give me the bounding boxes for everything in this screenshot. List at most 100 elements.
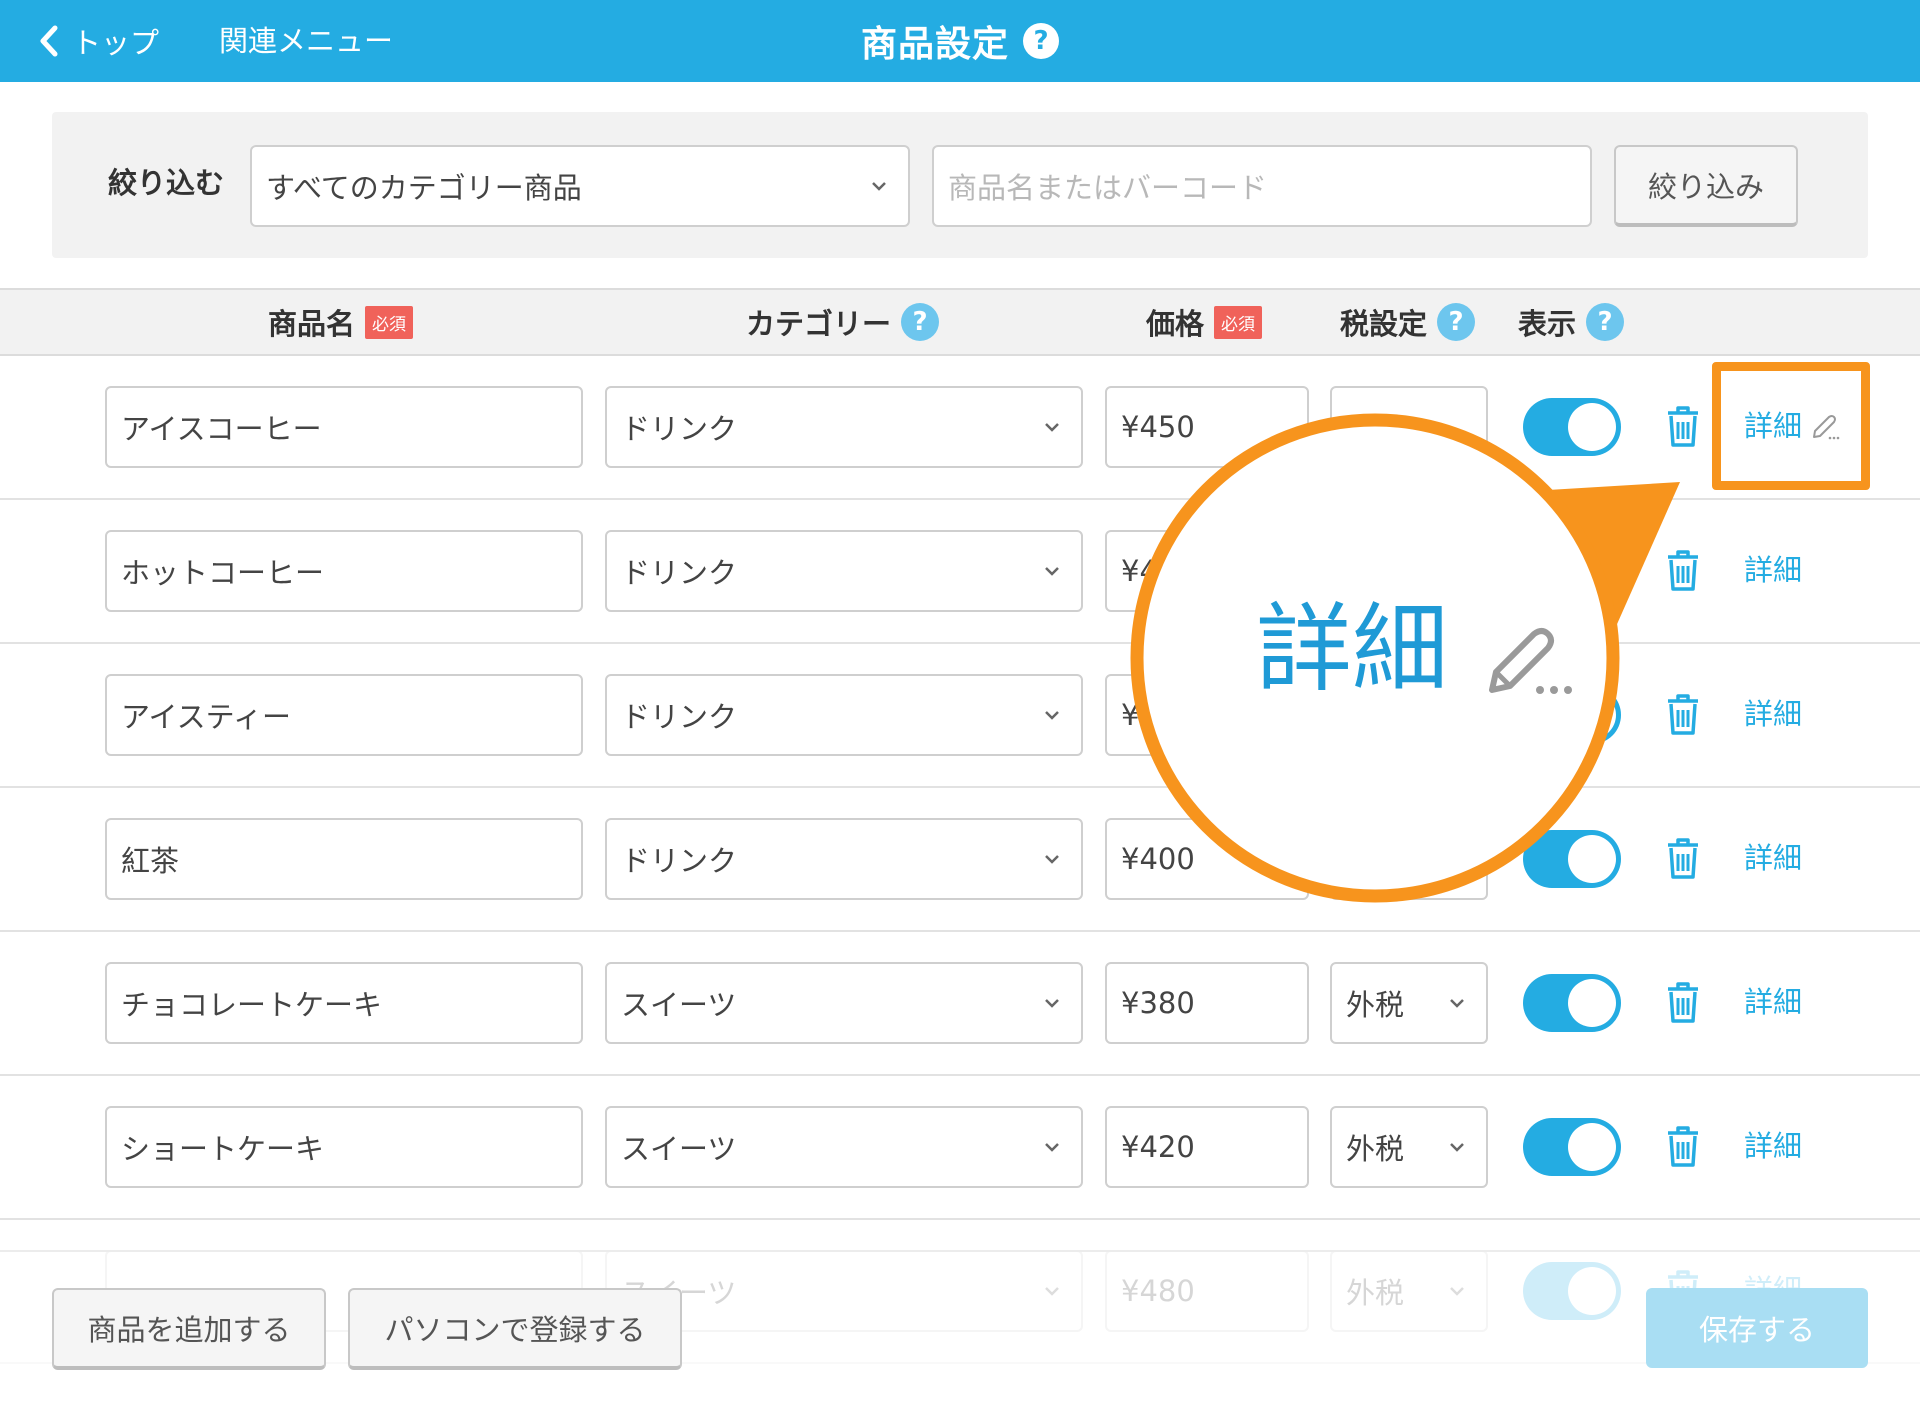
trash-icon[interactable] (1664, 980, 1702, 1024)
category-filter-value: すべてのカテゴリー商品 (266, 171, 582, 205)
detail-link[interactable]: 詳細 (1744, 550, 1802, 590)
table-row: アイスティー ドリンク ¥4 詳細 (0, 644, 1920, 788)
trash-icon[interactable] (1664, 548, 1702, 592)
product-name-value: アイスティー (121, 700, 291, 734)
table-row: チョコレートケーキ スイーツ ¥380 外税 詳細 (0, 932, 1920, 1076)
column-price-label: 価格 (1146, 307, 1205, 341)
tax-value: 外税 (1346, 988, 1405, 1022)
display-toggle[interactable] (1523, 398, 1621, 456)
display-toggle[interactable] (1523, 1118, 1621, 1176)
column-display-label: 表示 (1518, 307, 1577, 341)
toggle-knob (1568, 547, 1616, 595)
tax-select[interactable] (1330, 386, 1488, 468)
detail-link[interactable]: 詳細 (1744, 982, 1802, 1022)
column-category-label: カテゴリー (746, 307, 892, 341)
add-product-button[interactable]: 商品を追加する (52, 1288, 326, 1370)
product-name-input[interactable]: ホットコーヒー (105, 530, 583, 612)
chevron-down-icon (1450, 999, 1464, 1008)
column-category: カテゴリー ? (746, 290, 940, 354)
display-toggle[interactable] (1523, 974, 1621, 1032)
price-input[interactable]: ¥380 (1105, 962, 1309, 1044)
toggle-knob (1568, 1123, 1616, 1171)
page-title-group: 商品設定 ? (0, 14, 1920, 68)
price-value: ¥4 (1121, 698, 1158, 732)
column-price: 価格 必須 (1146, 290, 1263, 354)
product-name-value: チョコレートケーキ (121, 988, 383, 1022)
trash-icon[interactable] (1664, 692, 1702, 736)
save-button[interactable]: 保存する (1646, 1288, 1868, 1368)
category-value: ドリンク (621, 700, 738, 734)
tax-select[interactable] (1330, 818, 1488, 900)
price-value: ¥400 (1121, 842, 1195, 876)
product-name-value: アイスコーヒー (121, 412, 322, 446)
chevron-down-icon (1450, 1143, 1464, 1152)
register-on-pc-button[interactable]: パソコンで登録する (348, 1288, 682, 1370)
product-name-input[interactable]: チョコレートケーキ (105, 962, 583, 1044)
column-tax-label: 税設定 (1340, 307, 1428, 341)
pencil-icon (1489, 628, 1572, 694)
tax-value: 外税 (1346, 1132, 1405, 1166)
highlight-frame (1712, 362, 1870, 490)
chevron-down-icon (1045, 711, 1059, 720)
category-select[interactable]: スイーツ (605, 962, 1083, 1044)
chevron-down-icon (1045, 1143, 1059, 1152)
filter-apply-button[interactable]: 絞り込み (1614, 145, 1798, 227)
toggle-knob (1568, 835, 1616, 883)
price-input[interactable]: ¥400 (1105, 818, 1309, 900)
price-value: ¥420 (1121, 1130, 1195, 1164)
detail-link[interactable]: 詳細 (1744, 838, 1802, 878)
category-value: スイーツ (621, 988, 737, 1022)
detail-link[interactable]: 詳細 (1744, 1126, 1802, 1166)
trash-icon[interactable] (1664, 404, 1702, 448)
toggle-knob (1568, 979, 1616, 1027)
column-tax: 税設定 ? (1340, 290, 1476, 354)
chevron-down-icon (1045, 567, 1059, 576)
chevron-down-icon (1045, 999, 1059, 1008)
category-value: ドリンク (621, 556, 738, 590)
category-select[interactable]: ドリンク (605, 530, 1083, 612)
search-input[interactable]: 商品名またはバーコード (932, 145, 1592, 227)
product-name-input[interactable]: 紅茶 (105, 818, 583, 900)
filter-label: 絞り込む (108, 166, 225, 200)
help-icon[interactable]: ? (1023, 23, 1059, 59)
category-select[interactable]: ドリンク (605, 674, 1083, 756)
category-select[interactable]: スイーツ (605, 1106, 1083, 1188)
product-name-input[interactable]: アイスティー (105, 674, 583, 756)
category-select[interactable]: ドリンク (605, 386, 1083, 468)
product-name-value: ショートケーキ (121, 1132, 325, 1166)
category-value: スイーツ (621, 1132, 737, 1166)
trash-icon[interactable] (1664, 836, 1702, 880)
table-header: 商品名 必須 カテゴリー ? 価格 必須 税設定 ? 表示 ? (0, 288, 1920, 356)
category-value: ドリンク (621, 844, 738, 878)
detail-link[interactable]: 詳細 (1744, 694, 1802, 734)
tax-select[interactable]: 外税 (1330, 1106, 1488, 1188)
product-name-value: ホットコーヒー (121, 556, 325, 590)
tax-select[interactable]: 外税 (1330, 962, 1488, 1044)
table-row: アイスコーヒー ドリンク ¥450 詳細 (0, 356, 1920, 500)
search-placeholder: 商品名またはバーコード (948, 171, 1268, 205)
display-toggle[interactable] (1523, 830, 1621, 888)
category-select[interactable]: ドリンク (605, 818, 1083, 900)
table-row: 紅茶 ドリンク ¥400 詳細 (0, 788, 1920, 932)
chevron-down-icon (1045, 423, 1059, 432)
price-input[interactable]: ¥450 (1105, 386, 1309, 468)
display-toggle[interactable] (1523, 542, 1621, 600)
chevron-down-icon (872, 182, 886, 191)
help-icon[interactable]: ? (1586, 303, 1625, 341)
product-name-value: 紅茶 (121, 844, 180, 878)
page-title: 商品設定 (860, 24, 1009, 65)
price-input[interactable]: ¥420 (1105, 1106, 1309, 1188)
app-header: トップ 関連メニュー 商品設定 ? (0, 0, 1920, 82)
table-row: ショートケーキ スイーツ ¥420 外税 詳細 (0, 1076, 1920, 1220)
price-value: ¥40 (1121, 554, 1177, 588)
help-icon[interactable]: ? (1437, 303, 1476, 341)
required-badge: 必須 (1214, 305, 1263, 339)
trash-icon[interactable] (1664, 1124, 1702, 1168)
product-name-input[interactable]: アイスコーヒー (105, 386, 583, 468)
category-filter-select[interactable]: すべてのカテゴリー商品 (250, 145, 910, 227)
zoomed-detail-label: 詳細 (1256, 593, 1448, 705)
column-name: 商品名 必須 (268, 290, 414, 354)
product-name-input[interactable]: ショートケーキ (105, 1106, 583, 1188)
help-icon[interactable]: ? (901, 303, 940, 341)
column-display: 表示 ? (1518, 290, 1625, 354)
